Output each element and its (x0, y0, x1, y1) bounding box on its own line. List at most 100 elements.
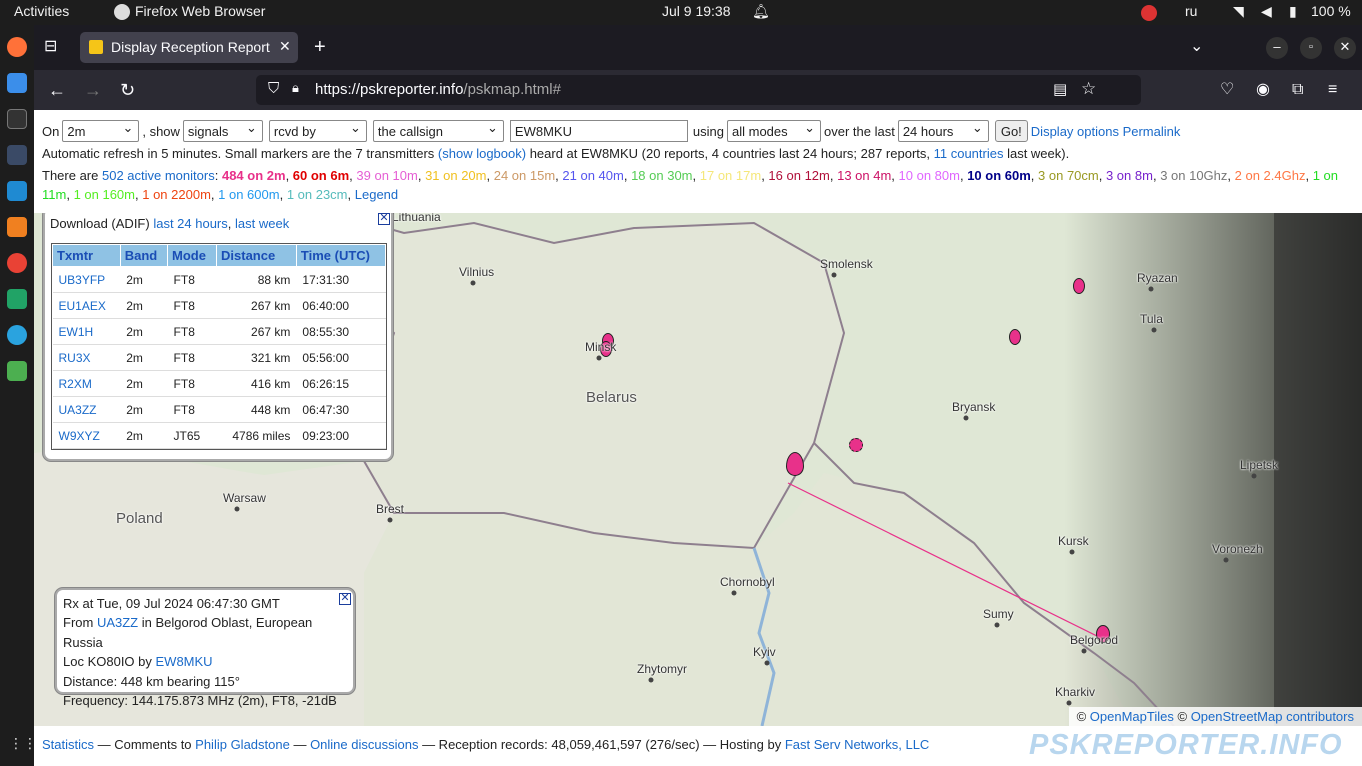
app-icon[interactable] (7, 361, 27, 381)
band-count-20[interactable]: 1 on 23cm (287, 187, 348, 202)
receiver-marker[interactable] (786, 452, 804, 476)
permalink-link[interactable]: Permalink (1123, 124, 1181, 139)
vscode-icon[interactable] (7, 181, 27, 201)
battery-icon[interactable]: ▮ (1289, 3, 1297, 20)
show-apps-icon[interactable]: ⋮⋮ (9, 735, 37, 752)
column-header[interactable]: Band (119, 244, 169, 267)
reception-map[interactable]: Vilnius Smolensk Ryazan Tula Minsk Belarus Bry… (34, 213, 1362, 726)
band-count-10[interactable]: 10 on 80m (899, 168, 960, 183)
callsign-link[interactable]: W9XYZ (59, 429, 100, 443)
column-header[interactable]: Mode (167, 244, 218, 267)
band-count-8[interactable]: 16 on 12m (768, 168, 829, 183)
column-header[interactable]: Distance (216, 244, 297, 267)
column-header[interactable]: Txmtr (52, 244, 121, 267)
new-tab-icon[interactable]: + (314, 37, 326, 57)
pocket-icon[interactable]: ♡ (1220, 80, 1234, 100)
download-lastweek-link[interactable]: last week (235, 216, 289, 231)
transmitter-marker-north[interactable] (1073, 278, 1085, 294)
close-window-icon[interactable]: ✕ (1334, 37, 1356, 59)
band-count-0[interactable]: 484 on 2m (222, 168, 286, 183)
band-count-11[interactable]: 10 on 60m (967, 168, 1031, 183)
info-popup-close-icon[interactable]: ✕ (339, 593, 351, 605)
report-popup-close-icon[interactable]: ✕ (378, 213, 390, 225)
band-count-18[interactable]: 1 on 2200m (142, 187, 211, 202)
loc-call-link[interactable]: EW8MKU (156, 654, 213, 669)
band-count-13[interactable]: 3 on 8m (1106, 168, 1153, 183)
band-count-17[interactable]: 1 on 160m (74, 187, 135, 202)
tab-display-reception-report[interactable]: Display Reception Report ✕ (80, 32, 298, 63)
callsign-type-select[interactable]: the callsign (372, 120, 504, 142)
menu-icon[interactable]: ≡ (1328, 80, 1337, 100)
language-indicator[interactable]: ru (1185, 3, 1197, 19)
vlc-icon[interactable] (7, 217, 27, 237)
chrome-indicator-icon[interactable] (1141, 5, 1157, 21)
band-count-3[interactable]: 31 on 20m (425, 168, 486, 183)
tab-overview-icon[interactable]: ⊟ (44, 37, 57, 57)
band-count-2[interactable]: 39 on 10m (356, 168, 417, 183)
callsign-link[interactable]: EU1AEX (59, 299, 106, 313)
terminal-icon[interactable] (7, 109, 27, 129)
openstreetmap-link[interactable]: OpenStreetMap contributors (1191, 709, 1354, 724)
wifi-icon[interactable]: ◥ (1233, 3, 1244, 20)
what-select[interactable]: signals (182, 120, 263, 142)
statistics-link[interactable]: Statistics (42, 737, 94, 752)
countries-link[interactable]: 11 countries (934, 146, 1004, 161)
author-link[interactable]: Philip Gladstone (195, 737, 290, 752)
openmaptiles-link[interactable]: OpenMapTiles (1090, 709, 1174, 724)
band-count-19[interactable]: 1 on 600m (218, 187, 279, 202)
band-count-6[interactable]: 18 on 30m (631, 168, 692, 183)
tab-close-icon[interactable]: ✕ (279, 38, 291, 55)
clock[interactable]: Jul 9 19:38 (662, 3, 731, 19)
telegram-icon[interactable] (7, 325, 27, 345)
list-tabs-icon[interactable]: ⌄ (1190, 37, 1203, 57)
legend-link[interactable]: Legend (355, 187, 398, 202)
back-icon[interactable]: ← (48, 80, 66, 100)
callsign-link[interactable]: UB3YFP (59, 273, 106, 287)
period-select[interactable]: 24 hours (897, 120, 989, 142)
files-icon[interactable] (7, 73, 27, 93)
transmitter-marker-east[interactable] (1009, 329, 1021, 345)
download-last24-link[interactable]: last 24 hours (153, 216, 227, 231)
callsign-link[interactable]: EW1H (59, 325, 94, 339)
lock-icon[interactable]: 🔒︎ (292, 80, 299, 96)
show-logbook-link[interactable]: (show logbook) (438, 146, 526, 161)
from-call-link[interactable]: UA3ZZ (97, 615, 138, 630)
host-link[interactable]: Fast Serv Networks, LLC (785, 737, 930, 752)
band-count-7[interactable]: 17 on 17m (700, 168, 761, 183)
callsign-link[interactable]: UA3ZZ (59, 403, 97, 417)
band-count-12[interactable]: 3 on 70cm (1038, 168, 1099, 183)
maximize-icon[interactable]: ▫ (1300, 37, 1322, 59)
callsign-link[interactable]: R2XM (59, 377, 92, 391)
app-menu[interactable]: Firefox Web Browser (135, 3, 265, 19)
chrome-icon[interactable] (7, 253, 27, 273)
bookmark-star-icon[interactable]: ☆ (1081, 79, 1096, 99)
band-select[interactable]: 2m (62, 120, 140, 142)
callsign-link[interactable]: RU3X (59, 351, 91, 365)
shield-icon[interactable]: ⛉ (268, 80, 279, 97)
discussions-link[interactable]: Online discussions (310, 737, 418, 752)
band-count-4[interactable]: 24 on 15m (494, 168, 555, 183)
band-count-14[interactable]: 3 on 10Ghz (1160, 168, 1227, 183)
system-monitor-icon[interactable] (7, 145, 27, 165)
volume-icon[interactable]: ◀ (1261, 3, 1272, 20)
callsign-input[interactable]: EW8MKU (509, 120, 688, 142)
spreadsheet-icon[interactable] (7, 289, 27, 309)
active-monitors-link[interactable]: 502 active monitors (102, 168, 215, 183)
url-bar[interactable]: ⛉ 🔒︎ https://pskreporter.info/pskmap.htm… (256, 75, 1141, 105)
band-count-15[interactable]: 2 on 2.4Ghz (1235, 168, 1306, 183)
reader-view-icon[interactable]: ▤ (1053, 80, 1067, 98)
bell-icon[interactable]: 🔔︎ (752, 3, 770, 20)
account-icon[interactable]: ◉ (1256, 80, 1270, 100)
reload-icon[interactable]: ↻ (120, 80, 135, 100)
column-header[interactable]: Time (UTC) (295, 244, 387, 267)
forward-icon[interactable]: → (84, 80, 102, 100)
go-button[interactable]: Go! (994, 120, 1028, 142)
band-count-5[interactable]: 21 on 40m (562, 168, 623, 183)
extensions-icon[interactable]: ⧉ (1292, 80, 1303, 100)
band-count-9[interactable]: 13 on 4m (837, 168, 891, 183)
display-options-link[interactable]: Display options (1031, 124, 1119, 139)
band-count-1[interactable]: 60 on 6m (293, 168, 349, 183)
activities-button[interactable]: Activities (14, 3, 69, 19)
modes-select[interactable]: all modes (727, 120, 821, 142)
minimize-icon[interactable]: – (1266, 37, 1288, 59)
